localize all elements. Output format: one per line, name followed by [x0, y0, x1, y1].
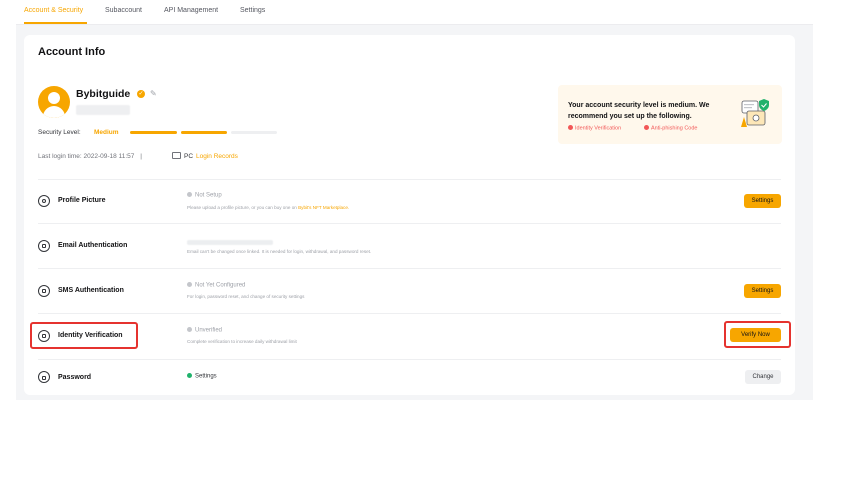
tab-settings[interactable]: Settings	[240, 7, 265, 14]
desc-text: Please upload a profile picture, or you …	[187, 205, 299, 210]
notice-item-identity[interactable]: Identity Verification	[568, 125, 621, 132]
active-tab-indicator	[24, 22, 87, 24]
security-shield-illustration-icon	[741, 99, 769, 127]
account-info-card: Account Info Bybitguide ✓ ✎ Security Lev…	[24, 35, 795, 395]
row-title-email: Email Authentication	[58, 242, 128, 249]
row-desc-email: Email can't be changed once linked. It i…	[187, 249, 372, 254]
avatar-head	[48, 92, 60, 104]
notice-item-label: Anti-phishing Code	[651, 125, 698, 132]
row-divider	[38, 223, 781, 224]
lock-icon	[38, 371, 50, 383]
card-title: Account Info	[38, 46, 106, 58]
avatar[interactable]	[38, 86, 70, 118]
alert-dot-icon	[644, 125, 649, 130]
row-title-password: Password	[58, 374, 92, 381]
alert-dot-icon	[568, 125, 573, 130]
row-status-password: Settings	[187, 373, 217, 380]
row-status-profile-picture: Not Setup	[187, 192, 222, 199]
last-login-time: 2022-09-18 11:57	[83, 153, 135, 160]
page-frame: Account & Security Subaccount API Manage…	[16, 0, 813, 400]
verify-now-button[interactable]: Verify Now	[730, 328, 781, 342]
row-desc-profile-picture: Please upload a profile picture, or you …	[187, 205, 349, 210]
security-level-value: Medium	[94, 129, 119, 136]
tab-api-management[interactable]: API Management	[164, 7, 218, 14]
row-title-sms: SMS Authentication	[58, 287, 124, 294]
status-text: Not Yet Configured	[195, 282, 246, 289]
security-level-bar-1	[130, 131, 177, 134]
verified-badge-icon: ✓	[137, 90, 145, 98]
status-dot-icon	[187, 192, 192, 197]
device-label: PC	[184, 153, 194, 160]
edit-icon[interactable]: ✎	[150, 89, 157, 98]
row-status-sms: Not Yet Configured	[187, 282, 245, 289]
row-status-identity: Unverified	[187, 327, 222, 334]
tab-subaccount[interactable]: Subaccount	[105, 7, 142, 14]
tab-bar: Account & Security Subaccount API Manage…	[16, 0, 813, 25]
uid-redacted	[76, 105, 130, 115]
row-divider	[38, 179, 781, 180]
sms-settings-button[interactable]: Settings	[744, 284, 781, 298]
identity-icon	[38, 330, 50, 342]
row-desc-identity: Complete verification to increase daily …	[187, 339, 297, 344]
row-title-profile-picture: Profile Picture	[58, 197, 106, 204]
notice-item-anti-phishing[interactable]: Anti-phishing Code	[644, 125, 697, 132]
status-text: Unverified	[195, 327, 223, 334]
last-login-label: Last login time:	[38, 153, 82, 160]
security-level-bar-2	[181, 131, 227, 134]
row-divider	[38, 268, 781, 269]
security-level-label: Security Level:	[38, 129, 81, 136]
sms-icon	[38, 285, 50, 297]
sms-icon-inner	[42, 289, 46, 293]
monitor-icon	[172, 152, 181, 159]
status-text: Settings	[195, 373, 217, 380]
email-icon	[38, 240, 50, 252]
tab-account-security[interactable]: Account & Security	[24, 7, 83, 14]
username: Bybitguide	[76, 88, 131, 100]
change-password-button[interactable]: Change	[745, 370, 781, 384]
notice-item-label: Identity Verification	[575, 125, 622, 132]
avatar-body	[43, 106, 65, 118]
security-notice: Your account security level is medium. W…	[558, 85, 782, 144]
status-dot-icon	[187, 282, 192, 287]
email-redacted	[187, 240, 273, 245]
last-login: Last login time: 2022-09-18 11:57 |	[38, 153, 142, 160]
row-desc-sms: For login, password reset, and change of…	[187, 294, 305, 299]
lock-icon-inner	[42, 376, 46, 380]
status-dot-icon	[187, 373, 192, 378]
row-divider	[38, 313, 781, 314]
row-title-identity: Identity Verification	[58, 332, 123, 339]
security-level-bar-3	[231, 131, 277, 134]
profile-picture-icon-inner	[42, 199, 46, 203]
profile-picture-icon	[38, 195, 50, 207]
status-text: Not Setup	[195, 192, 222, 199]
row-divider	[38, 359, 781, 360]
profile-picture-settings-button[interactable]: Settings	[744, 194, 781, 208]
security-notice-text: Your account security level is medium. W…	[568, 102, 710, 120]
last-login-separator: |	[140, 153, 142, 160]
identity-icon-inner	[42, 334, 46, 338]
status-dot-icon	[187, 327, 192, 332]
email-icon-inner	[42, 244, 46, 248]
login-records-link[interactable]: Login Records	[196, 153, 238, 160]
nft-marketplace-link[interactable]: Bybit's NFT Marketplace.	[298, 205, 349, 210]
